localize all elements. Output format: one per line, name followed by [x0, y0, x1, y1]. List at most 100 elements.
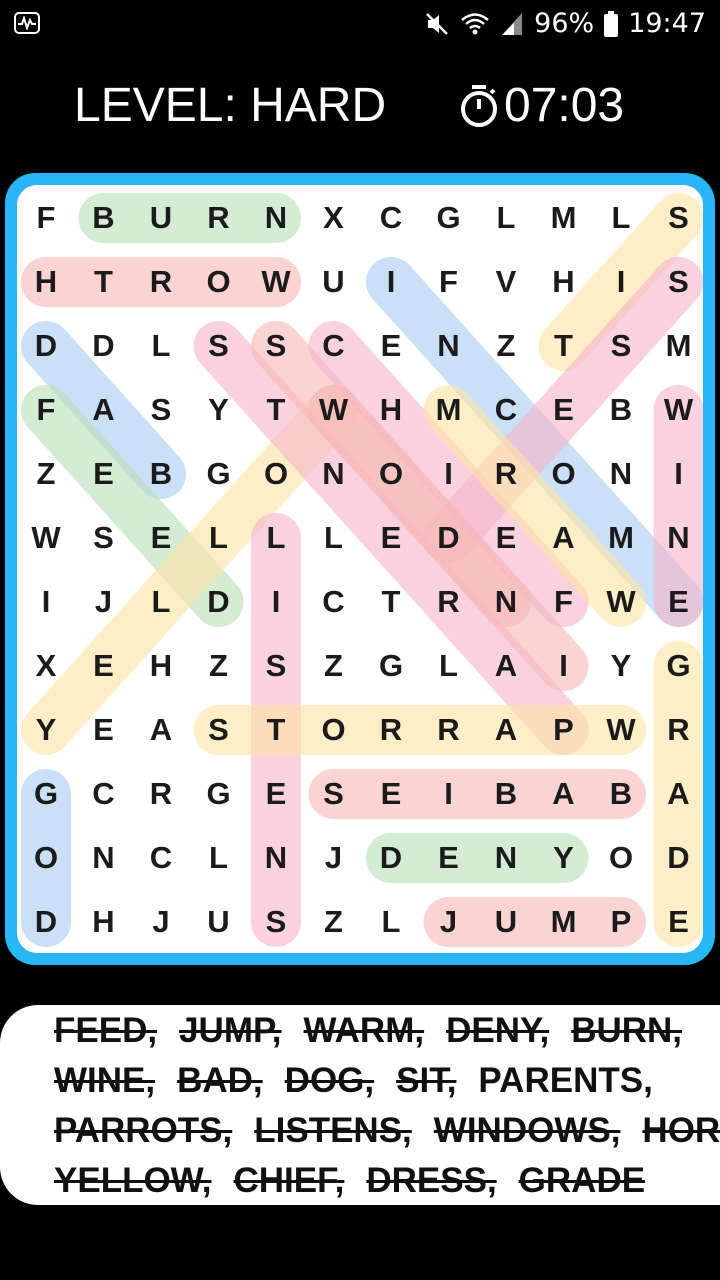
grid-cell[interactable]: E	[75, 445, 133, 503]
grid-cell[interactable]: A	[650, 765, 704, 823]
grid-cell[interactable]: I	[362, 253, 420, 311]
grid-cell[interactable]: R	[190, 189, 248, 247]
grid-cell[interactable]: E	[247, 765, 305, 823]
grid-cell[interactable]: M	[592, 509, 650, 567]
grid-cell[interactable]: O	[190, 253, 248, 311]
grid-cell[interactable]: E	[362, 317, 420, 375]
grid-cell[interactable]: L	[420, 637, 478, 695]
grid-cell[interactable]: L	[190, 509, 248, 567]
grid-cell[interactable]: G	[420, 189, 478, 247]
grid-cell[interactable]: S	[190, 317, 248, 375]
grid-cell[interactable]: R	[477, 445, 535, 503]
grid-cell[interactable]: D	[362, 829, 420, 887]
grid-cell[interactable]: A	[75, 381, 133, 439]
grid-cell[interactable]: D	[190, 573, 248, 631]
grid-cell[interactable]: L	[132, 573, 190, 631]
grid-cell[interactable]: A	[535, 765, 593, 823]
grid-cell[interactable]: B	[132, 445, 190, 503]
grid-cell[interactable]: I	[420, 445, 478, 503]
grid-cell[interactable]: S	[592, 317, 650, 375]
grid-cell[interactable]: H	[17, 253, 75, 311]
grid-cell[interactable]: M	[535, 893, 593, 951]
grid-cell[interactable]: H	[75, 893, 133, 951]
grid-cell[interactable]: O	[305, 701, 363, 759]
grid-cell[interactable]: E	[75, 701, 133, 759]
grid-cell[interactable]: N	[592, 445, 650, 503]
grid-cell[interactable]: E	[650, 573, 704, 631]
grid-cell[interactable]: M	[420, 381, 478, 439]
grid-cell[interactable]: G	[17, 765, 75, 823]
grid-cell[interactable]: C	[75, 765, 133, 823]
grid-cell[interactable]: T	[362, 573, 420, 631]
grid-cell[interactable]: W	[650, 381, 704, 439]
grid-cell[interactable]: E	[477, 509, 535, 567]
grid-cell[interactable]: H	[362, 381, 420, 439]
grid-cell[interactable]: L	[592, 189, 650, 247]
grid-cell[interactable]: O	[535, 445, 593, 503]
grid-cell[interactable]: I	[592, 253, 650, 311]
grid-cell[interactable]: S	[75, 509, 133, 567]
grid-cell[interactable]: X	[305, 189, 363, 247]
grid-cell[interactable]: E	[132, 509, 190, 567]
grid-cell[interactable]: I	[420, 765, 478, 823]
grid-cell[interactable]: W	[592, 573, 650, 631]
grid-cell[interactable]: I	[247, 573, 305, 631]
grid-cell[interactable]: N	[477, 573, 535, 631]
grid-cell[interactable]: Z	[477, 317, 535, 375]
grid-cell[interactable]: S	[247, 637, 305, 695]
grid-cell[interactable]: V	[477, 253, 535, 311]
grid-cell[interactable]: N	[75, 829, 133, 887]
grid-cell[interactable]: R	[420, 573, 478, 631]
grid-cell[interactable]: L	[477, 189, 535, 247]
grid-cell[interactable]: U	[477, 893, 535, 951]
grid-cell[interactable]: A	[132, 701, 190, 759]
grid-cell[interactable]: B	[75, 189, 133, 247]
grid-cell[interactable]: S	[132, 381, 190, 439]
grid-cell[interactable]: O	[362, 445, 420, 503]
grid-cell[interactable]: D	[17, 317, 75, 375]
grid-cell[interactable]: D	[420, 509, 478, 567]
grid-cell[interactable]: T	[247, 701, 305, 759]
grid-cell[interactable]: E	[75, 637, 133, 695]
grid-cell[interactable]: U	[132, 189, 190, 247]
grid-cell[interactable]: F	[17, 381, 75, 439]
grid-cell[interactable]: A	[477, 637, 535, 695]
grid-cell[interactable]: D	[17, 893, 75, 951]
grid-cell[interactable]: W	[592, 701, 650, 759]
grid-cell[interactable]: N	[650, 509, 704, 567]
grid-cell[interactable]: R	[132, 765, 190, 823]
grid-cell[interactable]: U	[190, 893, 248, 951]
grid-cell[interactable]: T	[75, 253, 133, 311]
letter-grid[interactable]: FBURNXCGLMLSHTROWUIFVHISDDLSSCENZTSMFASY…	[17, 185, 703, 953]
grid-cell[interactable]: I	[650, 445, 704, 503]
grid-cell[interactable]: H	[132, 637, 190, 695]
grid-cell[interactable]: H	[535, 253, 593, 311]
grid-cell[interactable]: S	[247, 317, 305, 375]
grid-cell[interactable]: E	[362, 765, 420, 823]
grid-cell[interactable]: C	[305, 573, 363, 631]
grid-cell[interactable]: G	[362, 637, 420, 695]
grid-cell[interactable]: E	[420, 829, 478, 887]
grid-cell[interactable]: L	[305, 509, 363, 567]
grid-cell[interactable]: A	[477, 701, 535, 759]
grid-cell[interactable]: P	[592, 893, 650, 951]
grid-cell[interactable]: Y	[190, 381, 248, 439]
grid-cell[interactable]: L	[362, 893, 420, 951]
grid-cell[interactable]: U	[305, 253, 363, 311]
grid-cell[interactable]: C	[132, 829, 190, 887]
grid-cell[interactable]: M	[535, 189, 593, 247]
grid-cell[interactable]: G	[190, 765, 248, 823]
grid-cell[interactable]: N	[247, 189, 305, 247]
grid-cell[interactable]: I	[17, 573, 75, 631]
grid-cell[interactable]: J	[132, 893, 190, 951]
grid-cell[interactable]: S	[650, 253, 704, 311]
grid-cell[interactable]: Y	[17, 701, 75, 759]
grid-cell[interactable]: T	[535, 317, 593, 375]
grid-cell[interactable]: L	[247, 509, 305, 567]
grid-cell[interactable]: A	[535, 509, 593, 567]
grid-cell[interactable]: M	[650, 317, 704, 375]
grid-cell[interactable]: L	[132, 317, 190, 375]
grid-cell[interactable]: L	[190, 829, 248, 887]
grid-cell[interactable]: N	[420, 317, 478, 375]
grid-cell[interactable]: R	[420, 701, 478, 759]
